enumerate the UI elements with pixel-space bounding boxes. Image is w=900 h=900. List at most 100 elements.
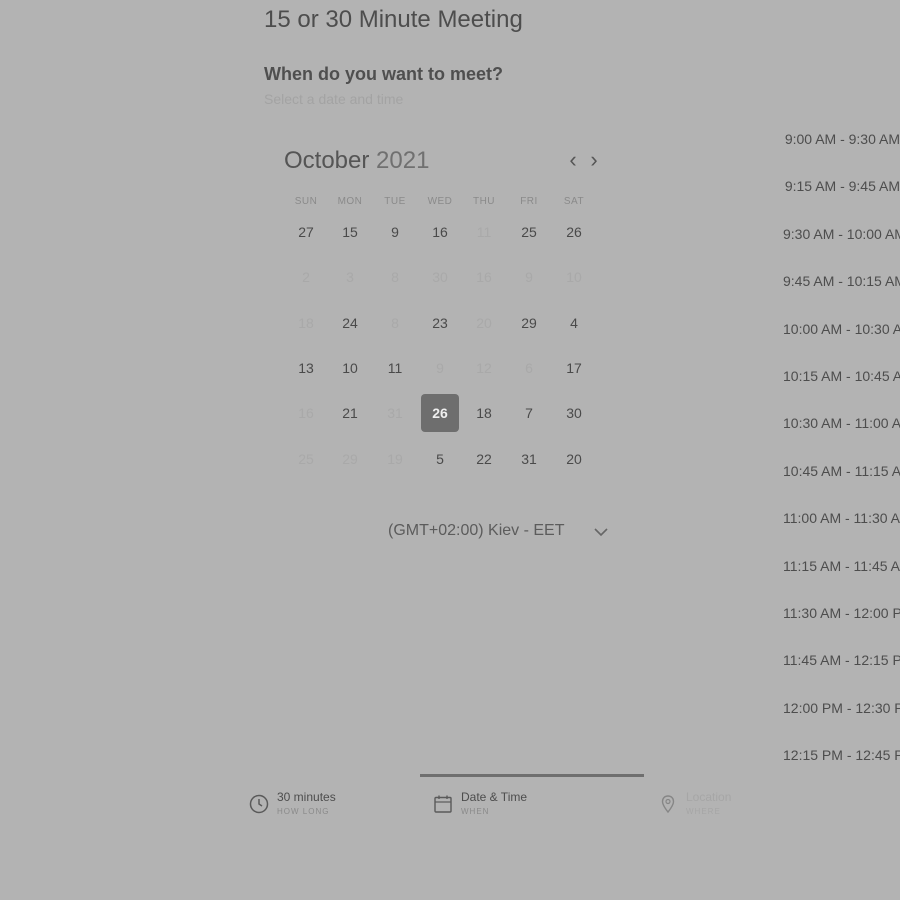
next-month-button[interactable]: › [585,149,603,171]
step-location-sub: WHERE [686,807,721,816]
calendar-day[interactable]: 21 [331,394,369,432]
calendar-day-unavailable: 2 [302,269,310,285]
calendar-day[interactable]: 10 [331,349,369,387]
calendar-day[interactable]: 13 [287,349,325,387]
calendar-day[interactable]: 31 [510,440,548,478]
calendar-day-unavailable: 11 [476,224,492,240]
calendar-day-unavailable: 31 [387,405,403,421]
calendar-day-unavailable: 12 [476,360,492,376]
calendar-day[interactable]: 24 [331,304,369,342]
time-slot-button[interactable]: 10:45 AM - 11:15 AM [783,463,900,479]
timezone-select[interactable]: (GMT+02:00) Kiev - EET [388,522,565,540]
time-slot-label: 9:15 AM - 9:45 AM [784,178,900,195]
calendar-day-unavailable: 10 [566,269,582,285]
calendar-day-unavailable: 19 [387,451,403,467]
weekday-mon: MON [337,196,363,207]
time-slot-button[interactable]: 9:30 AM - 10:00 AM [783,226,900,242]
calendar-day-selected[interactable]: 26 [421,394,459,432]
step-date-time[interactable]: Date & Time WHEN [433,790,527,816]
step-duration-sub: HOW LONG [277,807,330,816]
calendar-day[interactable]: 20 [555,440,593,478]
weekday-fri: FRI [520,196,538,207]
time-slot-button[interactable]: 11:15 AM - 11:45 AM [783,558,900,574]
calendar-day-unavailable: 16 [476,269,492,285]
time-slot-button[interactable]: 10:00 AM - 10:30 AM [783,321,900,337]
calendar-day[interactable]: 4 [555,304,593,342]
time-slot-label: 10:00 AM - 10:30 AM [783,320,900,337]
time-slot-label: 9:30 AM - 10:00 AM [783,225,900,242]
time-slot-button[interactable]: 11:30 AM - 12:00 PM [783,605,900,621]
calendar-day[interactable]: 26 [555,213,593,251]
calendar-day[interactable]: 5 [421,440,459,478]
time-slot-label: 10:45 AM - 11:15 AM [783,462,900,479]
calendar-icon [434,795,452,813]
time-slot-label: 9:45 AM - 10:15 AM [783,273,900,290]
weekday-sun: SUN [294,196,318,207]
calendar-month: October [284,147,370,174]
step-date-time-label: Date & Time [461,790,528,804]
time-slot-button[interactable]: 10:15 AM - 10:45 AM [783,368,900,384]
step-duration[interactable]: 30 minutes HOW LONG [249,790,336,816]
time-slot-button[interactable]: 9:15 AM - 9:45 AM [785,178,900,194]
calendar-day-unavailable: 8 [391,315,399,331]
question-heading: When do you want to meet? [264,64,503,84]
calendar-day-unavailable: 29 [342,451,358,467]
time-slot-label: 11:30 AM - 12:00 PM [783,605,900,621]
weekday-sat: SAT [563,196,585,207]
question-subtitle: Select a date and time [264,91,404,107]
previous-month-button[interactable]: ‹ [564,149,582,171]
weekday-thu: THU [472,196,496,207]
calendar-day[interactable]: 17 [555,349,593,387]
time-slot-label: 10:15 AM - 10:45 AM [783,368,900,384]
time-slot-button[interactable]: 9:45 AM - 10:15 AM [783,273,900,289]
time-slot-button[interactable]: 11:45 AM - 12:15 PM [783,652,900,668]
step-date-time-sub: WHEN [461,807,490,816]
calendar-day-unavailable: 9 [436,360,444,376]
calendar-day-unavailable: 18 [298,315,314,331]
calendar-day[interactable]: 23 [421,304,459,342]
time-slot-label: 12:00 PM - 12:30 PM [783,699,900,716]
time-slot-label: 10:30 AM - 11:00 AM [783,415,900,432]
calendar-day-unavailable: 30 [432,269,448,285]
time-slot-label: 11:00 AM - 11:30 AM [783,510,900,527]
time-slot-button[interactable]: 10:30 AM - 11:00 AM [783,415,900,431]
page-title: 15 or 30 Minute Meeting [264,6,523,33]
calendar-day[interactable]: 9 [376,213,414,251]
step-location[interactable]: Location WHERE [658,790,731,816]
location-pin-icon [661,795,675,814]
time-slot-label: 12:15 PM - 12:45 PM [783,747,900,764]
weekday-tue: TUE [384,196,406,207]
calendar-day-unavailable: 6 [525,360,533,376]
calendar-day-unavailable: 8 [391,269,399,285]
chevron-left-icon: ‹ [569,147,577,172]
time-slot-label: 9:00 AM - 9:30 AM [784,131,900,147]
calendar-day[interactable]: 22 [465,440,503,478]
step-progress-bar [420,774,644,777]
time-slot-label: 11:15 AM - 11:45 AM [783,557,900,574]
time-slot-button[interactable]: 12:00 PM - 12:30 PM [783,700,900,716]
calendar-day-unavailable: 16 [298,405,314,421]
calendar-year: 2021 [376,147,430,174]
calendar-day[interactable]: 11 [376,349,414,387]
calendar-day[interactable]: 18 [465,394,503,432]
calendar-day[interactable]: 29 [510,304,548,342]
calendar-day[interactable]: 15 [331,213,369,251]
calendar-day-unavailable: 3 [346,269,354,285]
time-slot-label: 11:45 AM - 12:15 PM [783,652,900,669]
calendar-day-unavailable: 25 [298,451,314,467]
chevron-down-icon[interactable] [592,524,610,540]
calendar-day[interactable]: 27 [287,213,325,251]
calendar-day[interactable]: 7 [510,394,548,432]
time-slot-button[interactable]: 11:00 AM - 11:30 AM [783,510,900,526]
calendar-month-year: October 2021 [284,147,429,175]
calendar-day[interactable]: 25 [510,213,548,251]
time-slot-button[interactable]: 9:00 AM - 9:30 AM [785,131,900,147]
calendar-day[interactable]: 30 [555,394,593,432]
weekday-wed: WED [427,196,453,207]
calendar-day[interactable]: 16 [421,213,459,251]
calendar-day-unavailable: 20 [476,315,492,331]
step-location-label: Location [686,790,732,804]
chevron-right-icon: › [590,147,598,172]
clock-icon [249,794,269,814]
time-slot-button[interactable]: 12:15 PM - 12:45 PM [783,747,900,763]
